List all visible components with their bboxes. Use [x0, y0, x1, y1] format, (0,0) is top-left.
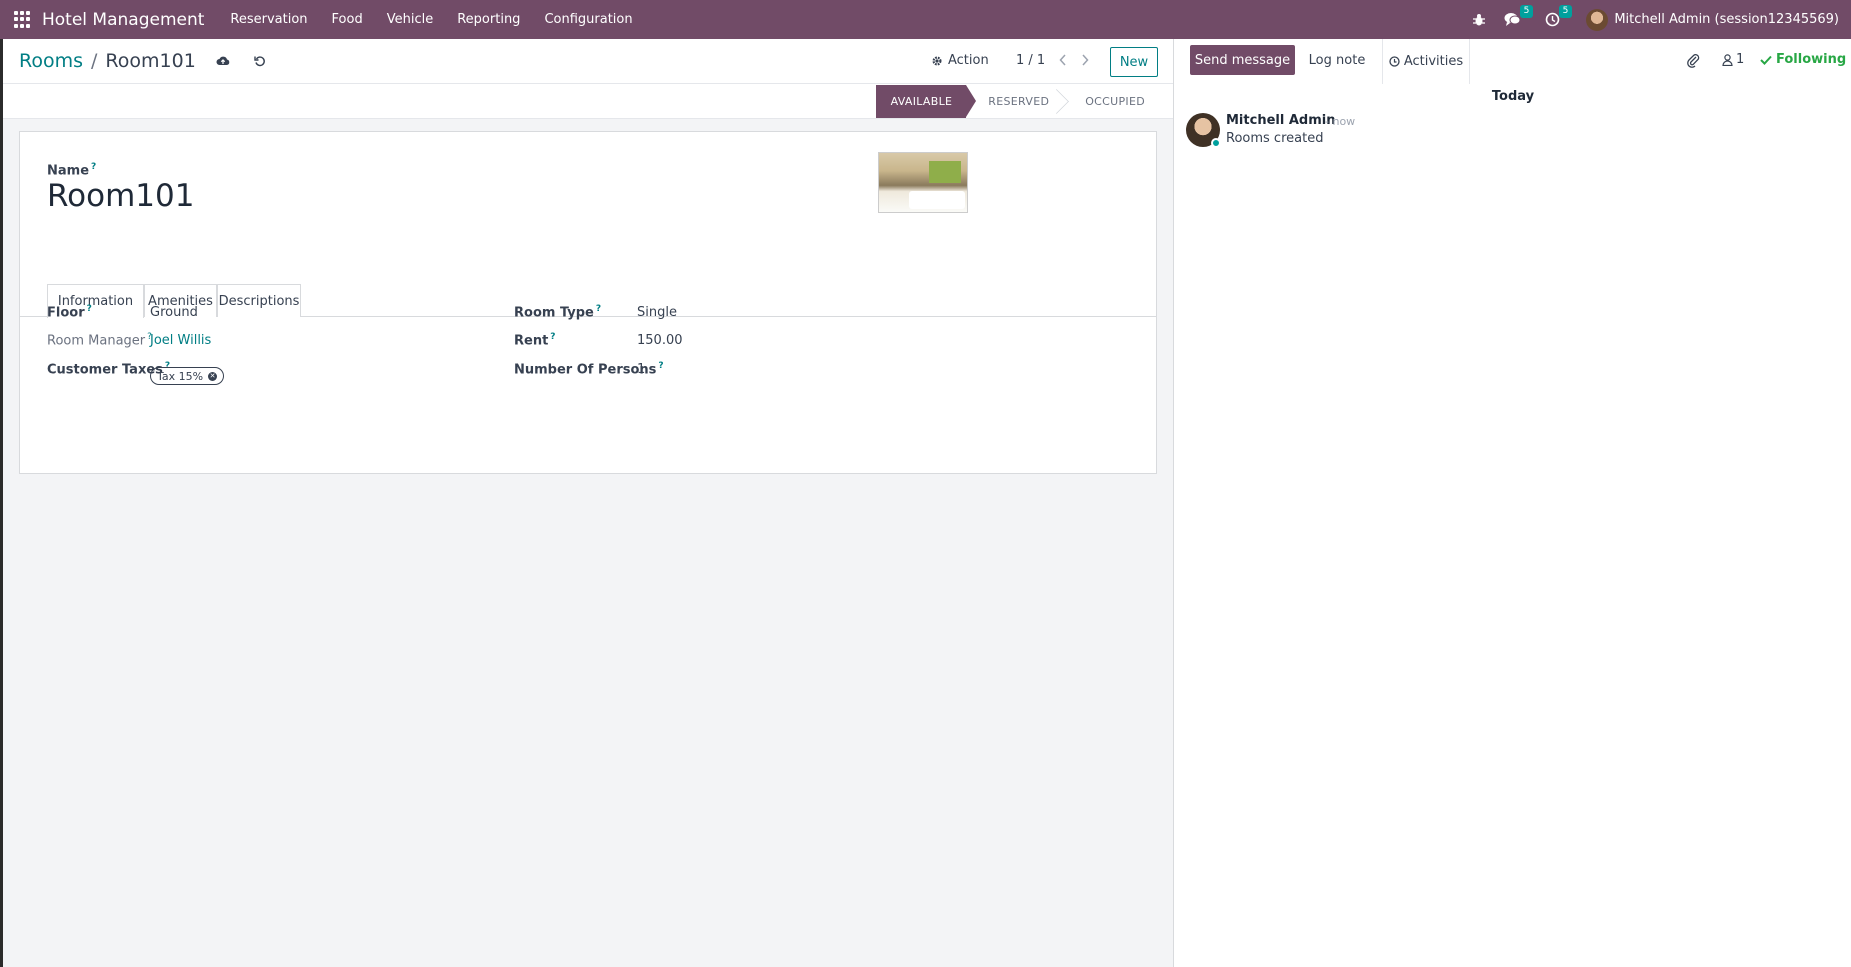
control-panel: Rooms / Room101 Action 1 / 1 New	[3, 39, 1173, 84]
room-type-field[interactable]: Single	[637, 305, 677, 320]
menu-reservation[interactable]: Reservation	[218, 12, 319, 27]
check-icon	[1760, 55, 1772, 65]
pager-previous-chevron-icon[interactable]	[1057, 51, 1069, 69]
tax-tag-label: Tax 15%	[157, 369, 204, 383]
floor-label: Floor?	[47, 304, 92, 321]
app-name[interactable]: Hotel Management	[42, 10, 204, 30]
clock-icon	[1389, 56, 1400, 67]
room-manager-field[interactable]: Joel Willis	[150, 333, 211, 348]
navbar-systray: 5 5 Mitchell Admin (session12345569)	[1472, 0, 1851, 39]
tax-tag: Tax 15% ✕	[150, 367, 225, 385]
remove-tag-close-icon[interactable]: ✕	[208, 371, 218, 381]
form-view: Rooms / Room101 Action 1 / 1 New AVAILAB…	[3, 39, 1173, 967]
activities-label: Activities	[1403, 54, 1464, 69]
message-author[interactable]: Mitchell Admin	[1226, 113, 1335, 128]
debug-bug-icon[interactable]	[1472, 13, 1486, 27]
message-body: Rooms created	[1226, 131, 1324, 146]
messages-chat-icon[interactable]: 5	[1504, 5, 1534, 27]
gear-icon	[932, 55, 942, 66]
chatter-topbar: Send message Log note Activities 1 Follo…	[1174, 39, 1851, 84]
user-menu[interactable]: Mitchell Admin (session12345569)	[1586, 8, 1839, 31]
following-label: Following	[1776, 52, 1847, 67]
followers-button[interactable]: 1	[1722, 52, 1744, 67]
room-manager-label: Room Manager?	[47, 332, 152, 349]
send-message-button[interactable]: Send message	[1190, 45, 1295, 75]
save-cloud-icon[interactable]	[216, 55, 230, 67]
breadcrumb: Rooms / Room101	[19, 50, 266, 72]
new-record-button[interactable]: New	[1110, 47, 1158, 77]
date-separator: Today	[1491, 89, 1535, 104]
menu-vehicle[interactable]: Vehicle	[375, 12, 446, 27]
activities-clock-icon[interactable]: 5	[1545, 5, 1573, 27]
followers-count: 1	[1736, 52, 1745, 67]
breadcrumb-separator: /	[91, 50, 98, 72]
breadcrumb-rooms[interactable]: Rooms	[19, 50, 83, 72]
breadcrumb-current: Room101	[105, 50, 196, 72]
message-time: - now	[1325, 115, 1356, 128]
tab-descriptions[interactable]: Descriptions	[217, 284, 301, 317]
menu-reporting[interactable]: Reporting	[445, 12, 532, 27]
following-button[interactable]: Following	[1760, 52, 1846, 67]
user-name: Mitchell Admin (session12345569)	[1614, 12, 1839, 27]
persons-field[interactable]: 1	[637, 362, 645, 377]
discard-undo-icon[interactable]	[254, 55, 266, 67]
action-label: Action	[948, 53, 989, 68]
help-icon: ?	[91, 162, 97, 172]
menu-food[interactable]: Food	[320, 12, 375, 27]
rent-label: Rent?	[514, 332, 556, 349]
room-type-label: Room Type?	[514, 304, 602, 321]
status-bar: AVAILABLE RESERVED OCCUPIED	[3, 84, 1173, 119]
apps-grid-icon[interactable]	[14, 10, 32, 29]
form-sheet: Name? Room101 Information Amenities Desc…	[19, 131, 1157, 474]
menu-configuration[interactable]: Configuration	[532, 12, 644, 27]
stage-occupied[interactable]: OCCUPIED	[1063, 85, 1159, 118]
log-note-button[interactable]: Log note	[1301, 45, 1373, 75]
rent-field[interactable]: 150.00	[637, 333, 683, 348]
activities-count-badge: 5	[1558, 5, 1573, 18]
pager-arrows	[1057, 51, 1091, 69]
room-image[interactable]	[878, 152, 968, 213]
name-field[interactable]: Room101	[47, 178, 194, 214]
chatter-panel: Send message Log note Activities 1 Follo…	[1173, 39, 1851, 967]
stage-available[interactable]: AVAILABLE	[875, 85, 976, 118]
action-menu-button[interactable]: Action	[931, 53, 989, 68]
floor-field[interactable]: Ground	[150, 305, 198, 320]
online-status-indicator	[1211, 138, 1221, 148]
attachment-paperclip-icon[interactable]	[1686, 52, 1700, 72]
messages-count-badge: 5	[1519, 5, 1534, 18]
user-avatar	[1586, 8, 1609, 31]
pager-value[interactable]: 1 / 1	[1016, 53, 1045, 68]
activities-button[interactable]: Activities	[1382, 39, 1470, 84]
pager-next-chevron-icon[interactable]	[1079, 51, 1091, 69]
top-navbar: Hotel Management Reservation Food Vehicl…	[0, 0, 1851, 39]
stage-reserved[interactable]: RESERVED	[966, 85, 1063, 118]
stage-pipeline: AVAILABLE RESERVED OCCUPIED	[875, 85, 1159, 118]
main-menu: Reservation Food Vehicle Reporting Confi…	[218, 12, 644, 27]
user-icon	[1722, 53, 1733, 66]
name-label: Name?	[47, 162, 97, 179]
